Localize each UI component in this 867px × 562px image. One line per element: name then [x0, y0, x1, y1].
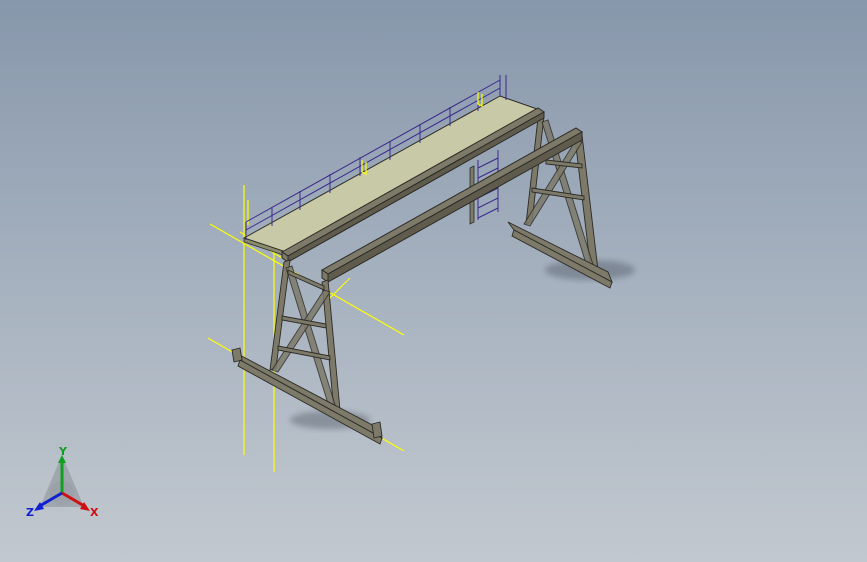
y-axis-label: Y: [58, 445, 68, 458]
gantry-crane-model[interactable]: [0, 0, 867, 562]
orientation-triad: Y X Z: [26, 445, 99, 519]
model-shadow: [290, 260, 635, 429]
girder-bracket: [329, 277, 351, 299]
z-axis-label: Z: [26, 506, 34, 519]
bridge-girder-rear[interactable]: [281, 107, 545, 263]
x-axis-label: X: [90, 506, 99, 519]
3d-viewport[interactable]: Y X Z: [0, 0, 867, 562]
